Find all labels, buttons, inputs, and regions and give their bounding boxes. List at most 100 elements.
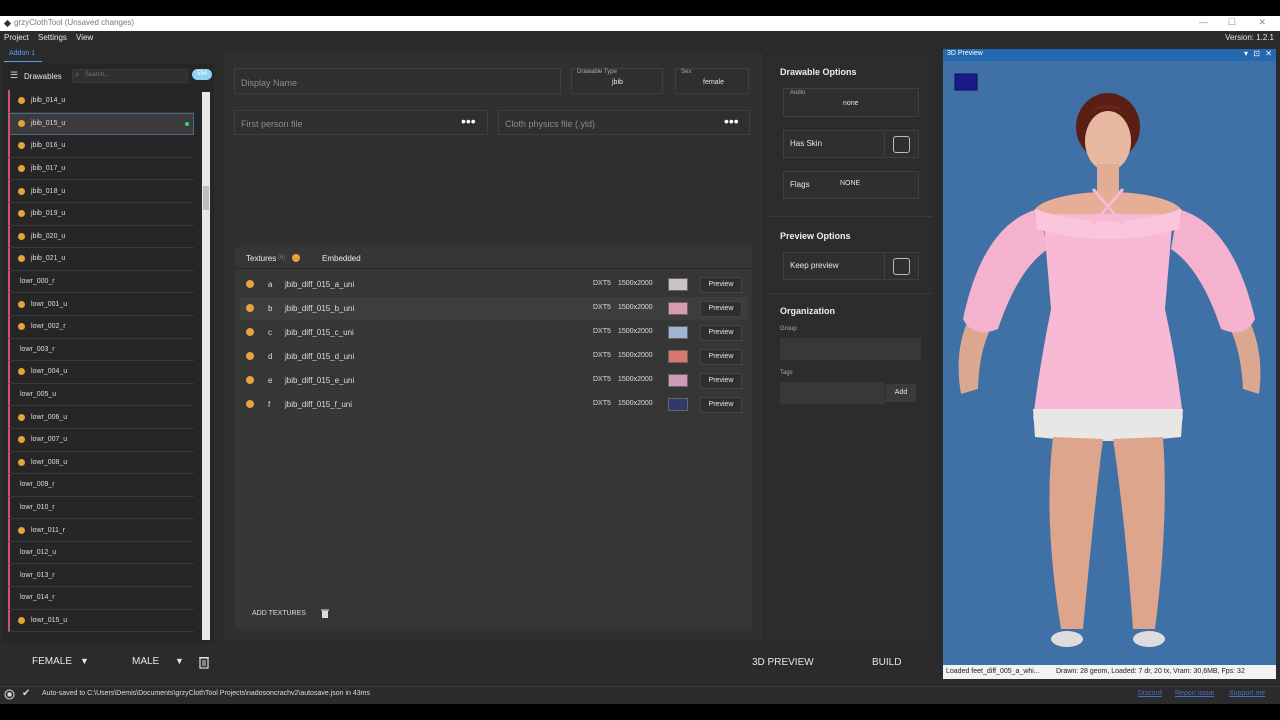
build-button[interactable]: BUILD: [872, 657, 901, 668]
app-icon: [3, 19, 12, 28]
texture-warning-icon: [246, 328, 254, 336]
drawable-list-item[interactable]: lowr_002_r: [8, 315, 194, 339]
count-badge: 554: [192, 69, 212, 80]
drawable-list-item[interactable]: lowr_009_r: [8, 474, 194, 497]
texture-row[interactable]: b jbib_diff_015_b_uni DXT5 1500x2000 Preview: [240, 297, 748, 320]
drawable-list-item[interactable]: lowr_003_r: [8, 338, 194, 362]
drawable-label: lowr_009_r: [20, 481, 55, 489]
drawable-label: lowr_007_u: [31, 436, 68, 444]
drawable-list-item[interactable]: lowr_006_u: [8, 406, 194, 429]
search-icon: ⌕: [75, 70, 80, 79]
browse-cloth-physics-icon[interactable]: •••: [724, 113, 739, 129]
close-icon[interactable]: ✕: [1258, 17, 1266, 28]
drawable-label: lowr_000_r: [20, 278, 55, 286]
flags-value: NONE: [840, 180, 861, 187]
texture-row[interactable]: f jbib_diff_015_f_uni DXT5 1500x2000 Preview: [240, 393, 748, 416]
preview-pin-icon[interactable]: ⊡: [1253, 49, 1260, 58]
flags-select[interactable]: Flags NONE: [783, 171, 919, 199]
scrollbar-thumb[interactable]: [203, 186, 209, 210]
texture-preview-button[interactable]: Preview: [700, 349, 742, 365]
3d-preview-button[interactable]: 3D PREVIEW: [752, 657, 814, 668]
drawable-list-item[interactable]: lowr_014_r: [8, 587, 194, 610]
display-name-field[interactable]: Display Name: [234, 68, 561, 94]
group-input[interactable]: [780, 338, 921, 360]
textures-count: (6): [278, 255, 286, 261]
keep-preview-checkbox[interactable]: [893, 258, 910, 275]
browse-first-person-icon[interactable]: •••: [461, 113, 476, 129]
drawable-list-item[interactable]: jbib_021_u: [8, 248, 194, 271]
warning-icon: [18, 458, 25, 466]
texture-preview-button[interactable]: Preview: [700, 277, 742, 293]
add-textures-button[interactable]: ADD TEXTURES: [252, 610, 306, 617]
drawable-list-item[interactable]: jbib_016_u: [8, 135, 194, 158]
female-dropdown-icon[interactable]: ▼: [80, 656, 89, 666]
search-box[interactable]: ⌕ Search...: [72, 69, 188, 83]
texture-row[interactable]: d jbib_diff_015_d_uni DXT5 1500x2000 Preview: [240, 345, 748, 368]
drawable-list-item[interactable]: lowr_011_r: [8, 519, 194, 542]
preview-title: 3D Preview: [947, 50, 983, 57]
3d-preview-viewport[interactable]: [943, 49, 1276, 679]
audio-select[interactable]: Audio none: [783, 88, 919, 117]
options-panel: Drawable Options Audio none Has Skin Fla…: [769, 53, 932, 640]
add-tag-button[interactable]: Add: [886, 384, 916, 402]
menu-settings[interactable]: Settings: [38, 33, 67, 42]
menu-project[interactable]: Project: [4, 33, 29, 42]
cloth-physics-file-field[interactable]: Cloth physics file (.yld) •••: [498, 110, 750, 135]
drawable-list-item[interactable]: jbib_017_u: [8, 157, 194, 181]
texture-letter: a: [268, 280, 273, 289]
drawable-list-item[interactable]: jbib_020_u: [8, 225, 194, 249]
drawable-list-item[interactable]: lowr_015_u: [8, 609, 194, 633]
drawable-list-item[interactable]: lowr_008_u: [8, 451, 194, 475]
texture-preview-button[interactable]: Preview: [700, 325, 742, 341]
tags-input[interactable]: [780, 382, 885, 404]
drawable-list-item[interactable]: jbib_014_u: [8, 90, 194, 113]
first-person-file-field[interactable]: First person file •••: [234, 110, 488, 135]
drawable-label: jbib_020_u: [31, 232, 66, 240]
support-link[interactable]: Support me: [1229, 690, 1265, 697]
texture-row[interactable]: a jbib_diff_015_a_uni DXT5 1500x2000 Preview: [240, 273, 748, 296]
sidebar-scrollbar[interactable]: [202, 92, 210, 640]
discord-link[interactable]: Discord: [1138, 690, 1162, 697]
texture-name: jbib_diff_015_a_uni: [285, 280, 355, 289]
drawable-list-item[interactable]: jbib_019_u: [8, 202, 194, 226]
drawable-list-item[interactable]: lowr_013_r: [8, 564, 194, 588]
drawable-list-item[interactable]: lowr_005_u: [8, 383, 194, 407]
male-button[interactable]: MALE: [132, 656, 159, 667]
minimize-icon[interactable]: —: [1199, 17, 1208, 27]
drawable-list-item[interactable]: lowr_010_r: [8, 496, 194, 520]
drawable-label: jbib_021_u: [31, 255, 66, 263]
drawable-list-item[interactable]: jbib_015_u: [8, 112, 194, 136]
texture-preview-button[interactable]: Preview: [700, 397, 742, 413]
delete-texture-icon[interactable]: [321, 609, 329, 618]
drawable-list-item[interactable]: jbib_018_u: [8, 180, 194, 203]
menu-view[interactable]: View: [76, 33, 93, 42]
drawable-list-item[interactable]: lowr_007_u: [8, 428, 194, 452]
preview-close-icon[interactable]: ✕: [1265, 49, 1272, 58]
maximize-icon[interactable]: ☐: [1228, 17, 1236, 28]
texture-preview-button[interactable]: Preview: [700, 301, 742, 317]
texture-letter: f: [268, 400, 271, 409]
drawable-list-item[interactable]: lowr_000_r: [8, 270, 194, 294]
drawable-list-item[interactable]: lowr_012_u: [8, 541, 194, 565]
has-skin-checkbox[interactable]: [893, 136, 910, 153]
tab-embedded[interactable]: Embedded: [322, 254, 361, 263]
delete-icon[interactable]: [198, 655, 210, 669]
drawable-label: jbib_014_u: [31, 97, 66, 105]
tab-addon-1[interactable]: Addon 1: [4, 50, 42, 62]
texture-letter: b: [268, 304, 273, 313]
texture-row[interactable]: e jbib_diff_015_e_uni DXT5 1500x2000 Preview: [240, 369, 748, 392]
preview-status-bar: Loaded feet_diff_005_a_whi... Drawn: 28 …: [943, 665, 1276, 679]
preview-dropdown-icon[interactable]: ▾: [1244, 49, 1248, 58]
male-dropdown-icon[interactable]: ▼: [175, 656, 184, 666]
drawable-list-item[interactable]: lowr_004_u: [8, 361, 194, 384]
tab-textures[interactable]: Textures: [246, 254, 276, 263]
sex-select[interactable]: Sex female: [675, 68, 749, 94]
texture-row[interactable]: c jbib_diff_015_c_uni DXT5 1500x2000 Preview: [240, 321, 748, 344]
report-issue-link[interactable]: Report issue: [1175, 690, 1214, 697]
drawable-list-item[interactable]: lowr_001_u: [8, 293, 194, 316]
drawable-type-select[interactable]: Drawable Type jbib: [571, 68, 663, 94]
texture-preview-button[interactable]: Preview: [700, 373, 742, 389]
audio-value: none: [843, 100, 859, 107]
female-button[interactable]: FEMALE: [32, 656, 72, 667]
sidebar-title: Drawables: [24, 72, 62, 81]
